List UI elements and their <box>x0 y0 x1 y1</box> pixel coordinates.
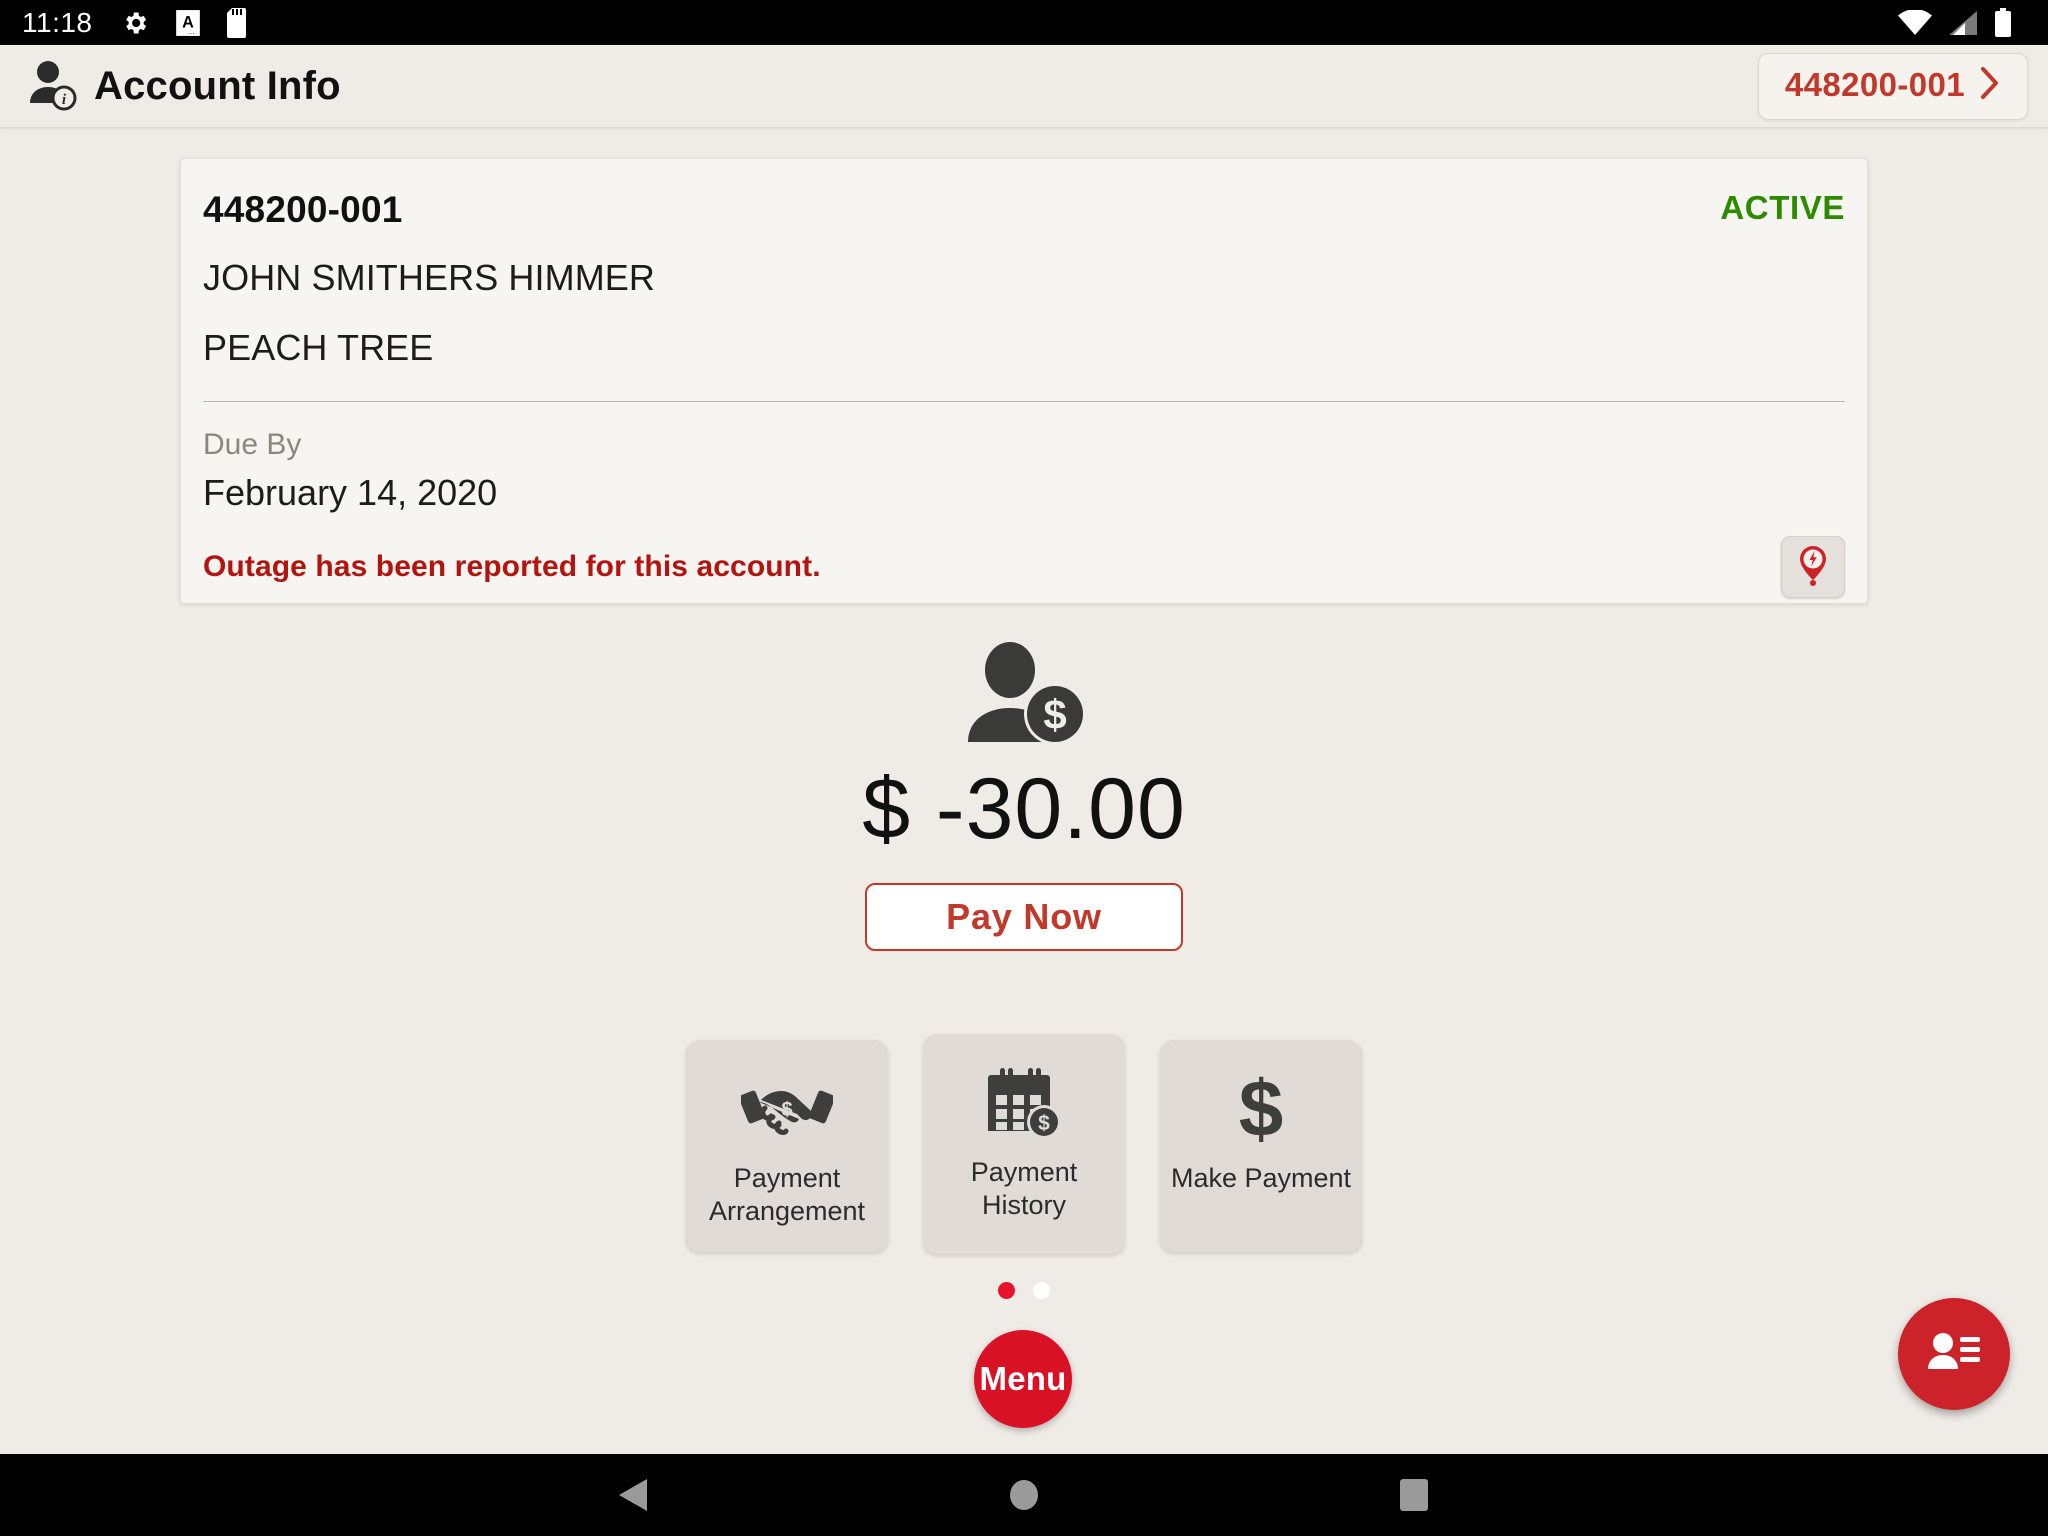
card-divider <box>203 401 1845 402</box>
chevron-right-icon <box>1979 66 2001 105</box>
svg-text:$: $ <box>1043 691 1066 738</box>
status-left-icons: A ... <box>121 7 251 38</box>
pay-now-label: Pay Now <box>946 896 1102 937</box>
contacts-fab-button[interactable] <box>1898 1298 2010 1410</box>
back-triangle-icon[interactable] <box>589 1465 679 1525</box>
cell-signal-icon <box>1948 10 1978 36</box>
service-address: PEACH TREE <box>203 327 434 368</box>
status-right-icons <box>1898 7 2026 38</box>
outage-row: Outage has been reported for this accoun… <box>203 536 1845 598</box>
account-selector-label: 448200-001 <box>1784 66 1965 103</box>
outage-report-button[interactable] <box>1781 536 1845 598</box>
tile-label-payment-arrangement: Payment Arrangement <box>708 1163 866 1227</box>
balance-amount: $ -30.00 <box>862 761 1186 857</box>
pager-dots <box>0 1282 2048 1299</box>
due-by-label: Due By <box>203 428 302 461</box>
home-circle-icon[interactable] <box>979 1465 1069 1525</box>
tile-label-payment-history: Payment History <box>970 1157 1078 1221</box>
tile-payment-arrangement[interactable]: $ Payment Arrangement <box>686 1040 888 1252</box>
balance-section: $ $ -30.00 Pay Now <box>0 640 2048 951</box>
calendar-dollar-icon: $ <box>982 1066 1066 1140</box>
account-selector-button[interactable]: 448200-001 <box>1757 52 2028 120</box>
handshake-dollar-icon: $ <box>741 1072 833 1146</box>
page-title: Account Info <box>94 63 341 108</box>
action-tiles: $ Payment Arrangement $ Payment History … <box>0 1034 2048 1254</box>
svg-text:$: $ <box>1239 1070 1284 1148</box>
due-by-date: February 14, 2020 <box>203 472 498 513</box>
status-badge: ACTIVE <box>1720 189 1845 226</box>
app-bar: i Account Info 448200-001 <box>0 45 2048 127</box>
dollar-sign-icon: $ <box>1226 1070 1296 1148</box>
account-card-header: 448200-001 ACTIVE <box>203 189 1845 231</box>
account-number: 448200-001 <box>203 189 403 230</box>
tile-payment-history[interactable]: $ Payment History <box>923 1034 1125 1254</box>
wifi-icon <box>1898 9 1932 36</box>
customer-name: JOHN SMITHERS HIMMER <box>203 257 655 298</box>
android-navigation-bar <box>0 1454 2048 1536</box>
pay-now-button[interactable]: Pay Now <box>865 883 1183 951</box>
gear-icon <box>121 9 149 37</box>
person-dollar-icon: $ <box>954 640 1094 748</box>
app-screen: 11:18 A ... i Account Info 448200-001 44… <box>0 0 2048 1536</box>
svg-text:...: ... <box>188 26 194 35</box>
menu-button[interactable]: Menu <box>974 1330 1072 1428</box>
account-card[interactable]: 448200-001 ACTIVE JOHN SMITHERS HIMMER P… <box>180 158 1868 604</box>
pager-dot-inactive[interactable] <box>1033 1282 1050 1299</box>
status-clock: 11:18 <box>22 6 93 38</box>
tile-make-payment[interactable]: $ Make Payment <box>1160 1040 1362 1252</box>
pager-dot-active[interactable] <box>998 1282 1015 1299</box>
outage-message: Outage has been reported for this accoun… <box>203 550 821 583</box>
svg-text:$: $ <box>1038 1112 1050 1135</box>
recents-square-icon[interactable] <box>1369 1465 1459 1525</box>
outage-pin-icon <box>1793 543 1833 592</box>
account-info-icon: i <box>22 57 80 115</box>
svg-text:$: $ <box>781 1099 792 1121</box>
a-font-icon: A ... <box>175 9 201 37</box>
sd-card-icon <box>226 7 251 38</box>
menu-button-label: Menu <box>979 1360 1067 1397</box>
contact-list-icon <box>1926 1329 1982 1380</box>
battery-icon <box>1994 7 2012 38</box>
tile-label-make-payment: Make Payment <box>1170 1163 1352 1193</box>
status-bar: 11:18 A ... <box>0 0 2048 45</box>
